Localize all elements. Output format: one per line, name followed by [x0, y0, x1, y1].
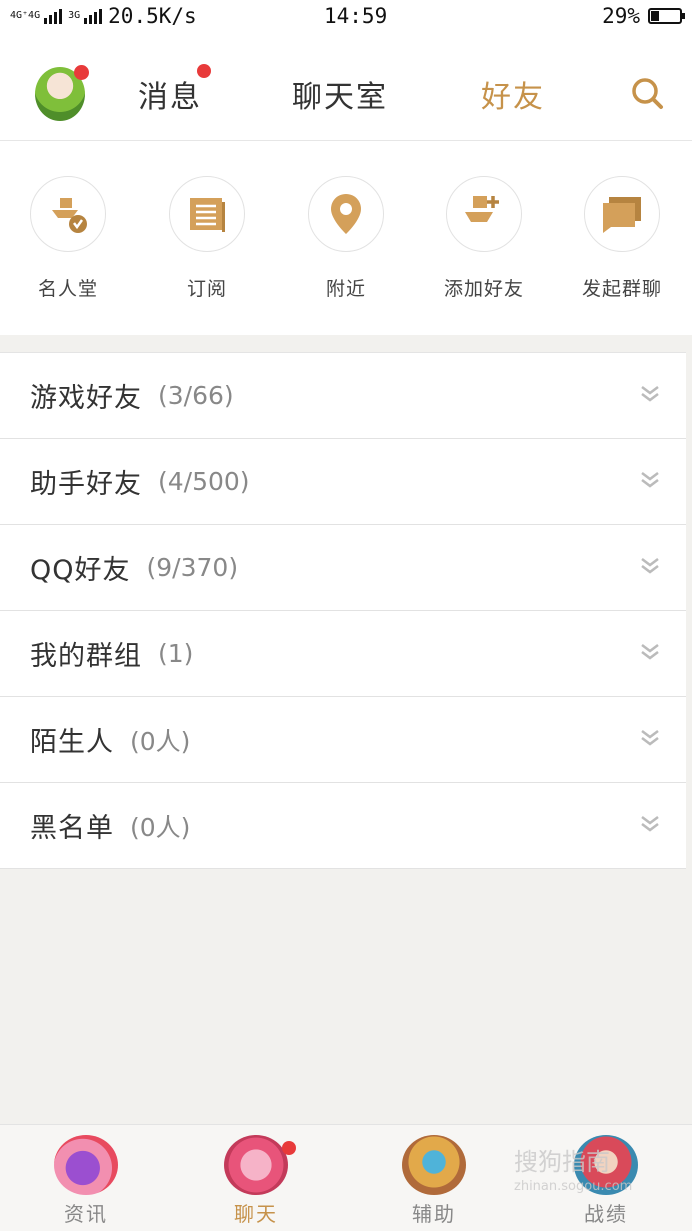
tab-news[interactable]: 资讯 [26, 1125, 146, 1231]
group-name: 黑名单 [30, 813, 114, 844]
quick-group-chat[interactable]: 发起群聊 [562, 176, 682, 301]
top-nav: 消息 聊天室 好友 [0, 34, 692, 141]
clock: 14:59 [324, 4, 388, 28]
chevron-down-icon [641, 472, 659, 488]
group-count: (1) [158, 639, 194, 668]
tab-chatroom[interactable]: 聊天室 [292, 72, 388, 116]
group-row-helper-friends[interactable]: 助手好友 (4/500) [0, 439, 686, 525]
quick-actions: 名人堂 订阅 附近 添加好友 发起群聊 [0, 141, 692, 335]
signal-icon [44, 8, 63, 24]
group-row-blacklist[interactable]: 黑名单 (0人) [0, 783, 686, 869]
group-count: (0人) [130, 726, 191, 756]
battery-icon [648, 8, 685, 24]
status-bar: 4G⁺4G 3G 20.5K/s 14:59 29% [0, 0, 692, 34]
chevron-down-icon [641, 386, 659, 402]
subscribe-icon [169, 176, 245, 252]
notification-dot [197, 64, 211, 78]
quick-add-friend[interactable]: 添加好友 [424, 176, 544, 301]
tab-label: 聊天 [234, 1202, 278, 1226]
group-name: QQ好友 [30, 555, 131, 586]
chevron-down-icon [641, 558, 659, 574]
group-row-strangers[interactable]: 陌生人 (0人) [0, 697, 686, 783]
group-row-my-groups[interactable]: 我的群组 (1) [0, 611, 686, 697]
network-type-2: 3G [68, 10, 81, 21]
network-type: 4G⁺4G [10, 10, 41, 21]
tab-label: 辅助 [412, 1202, 456, 1226]
battery-fill [651, 11, 660, 21]
tab-label: 战绩 [584, 1202, 628, 1226]
chat-icon [224, 1135, 288, 1195]
friend-group-list: 游戏好友 (3/66) 助手好友 (4/500) QQ好友 (9/370) 我的… [0, 352, 686, 869]
quick-label: 添加好友 [443, 278, 524, 300]
group-name: 游戏好友 [30, 383, 142, 414]
signal-icon-2 [84, 8, 103, 24]
quick-label: 订阅 [186, 278, 227, 300]
chevron-down-icon [641, 730, 659, 746]
group-name: 助手好友 [30, 469, 142, 500]
location-pin-icon [308, 176, 384, 252]
group-name: 我的群组 [30, 641, 142, 672]
bottom-tab-bar: 资讯 聊天 辅助 战绩 [0, 1124, 692, 1231]
add-friend-icon [446, 176, 522, 252]
tab-messages[interactable]: 消息 [138, 72, 202, 116]
avatar[interactable] [35, 65, 89, 121]
group-chat-icon [584, 176, 660, 252]
tab-assist[interactable]: 辅助 [374, 1125, 494, 1231]
group-count: (9/370) [146, 553, 239, 582]
quick-hall-of-fame[interactable]: 名人堂 [8, 176, 128, 301]
quick-label: 名人堂 [37, 278, 98, 300]
tab-chat[interactable]: 聊天 [196, 1125, 316, 1231]
notification-dot [74, 65, 89, 80]
group-row-game-friends[interactable]: 游戏好友 (3/66) [0, 353, 686, 439]
group-count: (0人) [130, 812, 191, 842]
group-row-qq-friends[interactable]: QQ好友 (9/370) [0, 525, 686, 611]
tab-records[interactable]: 战绩 [546, 1125, 666, 1231]
tab-friends[interactable]: 好友 [481, 72, 545, 116]
hall-of-fame-icon [30, 176, 106, 252]
search-icon[interactable] [630, 76, 664, 110]
notification-dot [282, 1141, 296, 1155]
chevron-down-icon [641, 644, 659, 660]
quick-nearby[interactable]: 附近 [286, 176, 406, 301]
group-count: (3/66) [158, 381, 234, 410]
assist-icon [402, 1135, 466, 1195]
news-icon [54, 1135, 118, 1195]
quick-label: 附近 [325, 278, 366, 300]
quick-label: 发起群聊 [581, 278, 662, 300]
records-icon [574, 1135, 638, 1195]
tab-label: 资讯 [64, 1202, 108, 1226]
network-speed: 20.5K/s [108, 4, 197, 28]
chevron-down-icon [641, 816, 659, 832]
group-name: 陌生人 [30, 727, 114, 758]
quick-subscribe[interactable]: 订阅 [147, 176, 267, 301]
battery-percent: 29% [602, 4, 640, 28]
group-count: (4/500) [158, 467, 250, 496]
